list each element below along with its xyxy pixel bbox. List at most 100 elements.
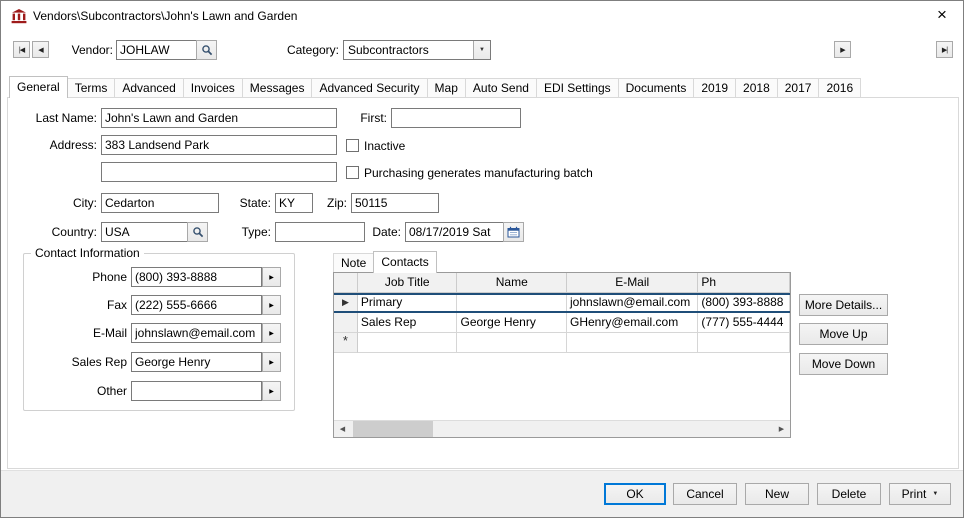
tab-map[interactable]: Map <box>427 78 466 97</box>
close-icon: × <box>937 5 947 24</box>
tab-documents[interactable]: Documents <box>618 78 695 97</box>
cell-name[interactable]: George Henry <box>457 313 567 333</box>
scroll-right-button[interactable]: ▶ <box>773 421 790 437</box>
sales-rep-options-button[interactable]: ▶ <box>262 352 281 372</box>
purchasing-label: Purchasing generates manufacturing batch <box>364 163 593 183</box>
cell-name[interactable] <box>457 293 567 313</box>
contacts-tab-strip: Note Contacts <box>333 251 436 272</box>
ok-button[interactable]: OK <box>604 483 666 505</box>
delete-button[interactable]: Delete <box>817 483 881 505</box>
grid-header-row: Job Title Name E-Mail Ph <box>334 273 790 293</box>
new-button[interactable]: New <box>745 483 809 505</box>
nav-last-button[interactable]: ▶| <box>936 41 953 58</box>
column-header-job-title[interactable]: Job Title <box>358 273 458 293</box>
horizontal-scrollbar[interactable]: ◀ ▶ <box>334 420 790 437</box>
category-value: Subcontractors <box>344 41 473 59</box>
window-title: Vendors\Subcontractors\John's Lawn and G… <box>33 1 297 31</box>
cell-phone[interactable]: (777) 555-4444 <box>698 313 790 333</box>
row-selector[interactable] <box>334 313 358 333</box>
move-up-button[interactable]: Move Up <box>799 323 888 345</box>
tab-2018[interactable]: 2018 <box>735 78 778 97</box>
nav-first-button[interactable]: |◀ <box>13 41 30 58</box>
fax-label: Fax <box>31 295 127 315</box>
first-name-input[interactable] <box>391 108 521 128</box>
table-row[interactable]: * <box>334 333 790 353</box>
scroll-track[interactable] <box>433 421 773 437</box>
email-options-button[interactable]: ▶ <box>262 323 281 343</box>
tab-advanced-security[interactable]: Advanced Security <box>311 78 427 97</box>
cancel-button[interactable]: Cancel <box>673 483 737 505</box>
move-down-button[interactable]: Move Down <box>799 353 888 375</box>
scroll-thumb[interactable] <box>353 421 433 437</box>
tab-2017[interactable]: 2017 <box>777 78 820 97</box>
tab-messages[interactable]: Messages <box>242 78 313 97</box>
phone-options-button[interactable]: ▶ <box>262 267 281 287</box>
tab-general[interactable]: General <box>9 76 68 98</box>
address2-input[interactable] <box>101 162 337 182</box>
date-calendar-button[interactable] <box>503 222 524 242</box>
city-input[interactable] <box>101 193 219 213</box>
cell-name[interactable] <box>457 333 567 353</box>
tab-auto-send[interactable]: Auto Send <box>465 78 537 97</box>
tab-contacts[interactable]: Contacts <box>373 251 436 273</box>
email-input[interactable] <box>131 323 262 343</box>
column-header-email[interactable]: E-Mail <box>567 273 698 293</box>
country-input[interactable] <box>101 222 188 242</box>
cell-phone[interactable]: (800) 393-8888 <box>698 293 790 313</box>
tab-edi-settings[interactable]: EDI Settings <box>536 78 619 97</box>
address-input[interactable] <box>101 135 337 155</box>
type-input[interactable] <box>275 222 365 242</box>
purchasing-checkbox[interactable] <box>346 166 359 179</box>
inactive-checkbox[interactable] <box>346 139 359 152</box>
cell-phone[interactable] <box>698 333 790 353</box>
tab-2016[interactable]: 2016 <box>818 78 861 97</box>
cell-email[interactable]: GHenry@email.com <box>567 313 698 333</box>
row-selector[interactable]: ▶ <box>334 293 358 313</box>
other-input[interactable] <box>131 381 262 401</box>
search-icon <box>201 44 213 56</box>
column-header-phone[interactable]: Ph <box>698 273 790 293</box>
cell-email[interactable]: johnslawn@email.com <box>567 293 698 313</box>
sales-rep-input[interactable] <box>131 352 262 372</box>
phone-input[interactable] <box>131 267 262 287</box>
cell-job-title[interactable]: Sales Rep <box>358 313 458 333</box>
cell-job-title[interactable] <box>358 333 458 353</box>
date-input[interactable] <box>405 222 504 242</box>
vendor-search-button[interactable] <box>196 40 217 60</box>
nav-next-button[interactable]: ▶ <box>834 41 851 58</box>
print-button[interactable]: Print ▼ <box>889 483 951 505</box>
phone-label: Phone <box>31 267 127 287</box>
more-details-button[interactable]: More Details... <box>799 294 888 316</box>
state-input[interactable] <box>275 193 313 213</box>
table-row[interactable]: ▶ Primary johnslawn@email.com (800) 393-… <box>334 293 790 313</box>
tab-terms[interactable]: Terms <box>67 78 116 97</box>
scroll-right-icon: ▶ <box>779 425 784 433</box>
fax-options-button[interactable]: ▶ <box>262 295 281 315</box>
category-dropdown[interactable]: Subcontractors ▼ <box>343 40 491 60</box>
calendar-icon <box>507 226 520 238</box>
tab-note[interactable]: Note <box>333 253 374 272</box>
country-search-button[interactable] <box>187 222 208 242</box>
cell-email[interactable] <box>567 333 698 353</box>
fax-input[interactable] <box>131 295 262 315</box>
nav-last-icon: ▶| <box>942 46 947 54</box>
app-icon <box>11 8 27 24</box>
new-row-selector[interactable]: * <box>334 333 358 353</box>
scroll-left-icon: ◀ <box>340 425 345 433</box>
table-row[interactable]: Sales Rep George Henry GHenry@email.com … <box>334 313 790 333</box>
date-label: Date: <box>365 222 401 242</box>
other-options-button[interactable]: ▶ <box>262 381 281 401</box>
header-selector-cell <box>334 273 358 293</box>
tab-2019[interactable]: 2019 <box>693 78 736 97</box>
tab-advanced[interactable]: Advanced <box>114 78 183 97</box>
vendor-input[interactable] <box>116 40 197 60</box>
arrow-right-icon: ▶ <box>269 302 274 309</box>
search-icon <box>192 226 204 238</box>
column-header-name[interactable]: Name <box>457 273 567 293</box>
cell-job-title[interactable]: Primary <box>358 293 458 313</box>
last-name-input[interactable] <box>101 108 337 128</box>
scroll-left-button[interactable]: ◀ <box>334 421 351 437</box>
close-button[interactable]: × <box>921 1 963 31</box>
zip-input[interactable] <box>351 193 439 213</box>
tab-invoices[interactable]: Invoices <box>183 78 243 97</box>
